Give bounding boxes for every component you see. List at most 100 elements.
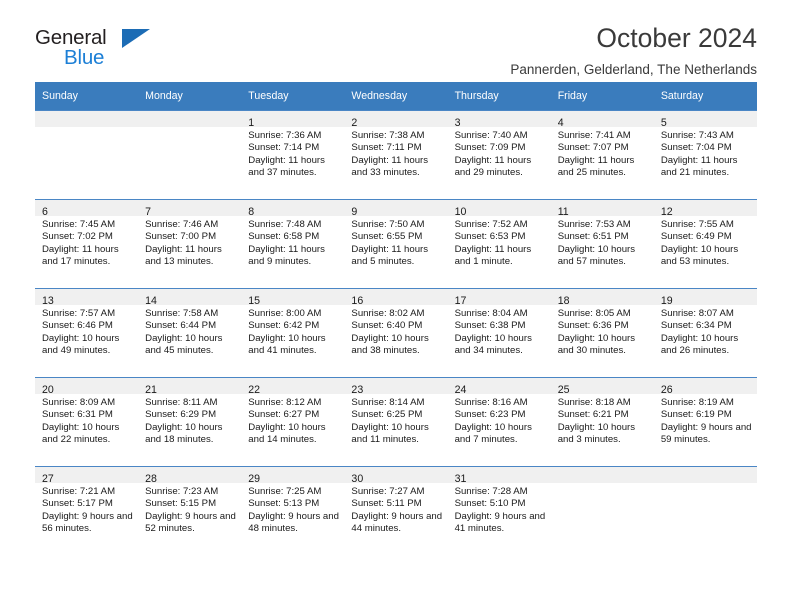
calendar-day-cell[interactable]: 27 Sunrise: 7:21 AM Sunset: 5:17 PM Dayligh… [35, 466, 139, 555]
day-details: Sunrise: 7:46 AM Sunset: 7:00 PM Daylight:… [138, 216, 241, 269]
day-number: 13 [42, 295, 54, 307]
sunrise-text: Sunrise: 7:40 AM [454, 130, 528, 141]
sunrise-text: Sunrise: 7:23 AM [145, 486, 219, 497]
calendar-day-cell[interactable]: 20 Sunrise: 8:09 AM Sunset: 6:31 PM Dayligh… [35, 377, 139, 467]
day-number: 2 [351, 117, 358, 129]
day-cell-inner [138, 111, 242, 199]
day-number-bar: 9 [344, 200, 448, 218]
sunrise-text: Sunrise: 8:14 AM [351, 397, 425, 408]
day-details: Sunrise: 7:36 AM Sunset: 7:14 PM Daylight:… [241, 127, 344, 180]
calendar-day-cell[interactable]: 17 Sunrise: 8:04 AM Sunset: 6:38 PM Dayligh… [447, 288, 551, 378]
day-number: 28 [145, 473, 157, 485]
sunrise-text: Sunrise: 8:07 AM [660, 308, 734, 319]
daylight-text: Daylight: 10 hours and 53 minutes. [660, 243, 739, 268]
calendar-day-cell[interactable]: 9 Sunrise: 7:50 AM Sunset: 6:55 PM Daylight… [344, 199, 448, 289]
daylight-text: Daylight: 10 hours and 26 minutes. [660, 332, 739, 357]
calendar-day-cell[interactable]: 16 Sunrise: 8:02 AM Sunset: 6:40 PM Dayligh… [344, 288, 448, 378]
day-number-bar: 21 [138, 378, 242, 396]
sunset-text: Sunset: 6:44 PM [145, 320, 217, 332]
sunrise-text: Sunrise: 7:52 AM [454, 219, 528, 230]
daylight-text: Daylight: 11 hours and 17 minutes. [42, 243, 119, 268]
sunset-text: Sunset: 6:19 PM [660, 409, 732, 421]
daylight-text: Daylight: 11 hours and 25 minutes. [557, 154, 635, 179]
calendar-day-cell[interactable]: 7 Sunrise: 7:46 AM Sunset: 7:00 PM Daylight… [138, 199, 242, 289]
daylight-text: Daylight: 10 hours and 11 minutes. [351, 421, 429, 446]
day-number: 8 [248, 206, 255, 218]
day-cell-inner: 27 Sunrise: 7:21 AM Sunset: 5:17 PM Dayligh… [35, 467, 139, 555]
daylight-text: Daylight: 10 hours and 14 minutes. [248, 421, 326, 446]
calendar-day-cell[interactable]: 3 Sunrise: 7:40 AM Sunset: 7:09 PM Daylight… [447, 110, 551, 200]
calendar-day-cell[interactable]: 8 Sunrise: 7:48 AM Sunset: 6:58 PM Daylight… [241, 199, 345, 289]
day-cell-inner: 23 Sunrise: 8:14 AM Sunset: 6:25 PM Dayligh… [344, 378, 448, 466]
sunset-text: Sunset: 6:31 PM [42, 409, 113, 421]
day-cell-inner: 4 Sunrise: 7:41 AM Sunset: 7:07 PM Daylight… [550, 111, 654, 199]
calendar-day-cell[interactable]: 6 Sunrise: 7:45 AM Sunset: 7:02 PM Daylight… [35, 199, 139, 289]
weekday-header-sunday: Sunday [35, 82, 139, 111]
day-number-bar [35, 111, 139, 127]
calendar-day-cell[interactable] [138, 110, 242, 200]
sunrise-text: Sunrise: 7:55 AM [660, 219, 734, 230]
day-cell-inner [653, 467, 757, 555]
calendar-day-cell[interactable]: 30 Sunrise: 7:27 AM Sunset: 5:11 PM Dayligh… [344, 466, 448, 555]
calendar-day-cell[interactable]: 2 Sunrise: 7:38 AM Sunset: 7:11 PM Daylight… [344, 110, 448, 200]
calendar-day-cell[interactable]: 28 Sunrise: 7:23 AM Sunset: 5:15 PM Dayligh… [138, 466, 242, 555]
day-cell-inner: 9 Sunrise: 7:50 AM Sunset: 6:55 PM Daylight… [344, 200, 448, 288]
day-cell-inner: 1 Sunrise: 7:36 AM Sunset: 7:14 PM Daylight… [241, 111, 345, 199]
calendar-day-cell[interactable]: 22 Sunrise: 8:12 AM Sunset: 6:27 PM Dayligh… [241, 377, 345, 467]
sunrise-text: Sunrise: 8:18 AM [557, 397, 631, 408]
calendar-day-cell[interactable]: 1 Sunrise: 7:36 AM Sunset: 7:14 PM Daylight… [241, 110, 345, 200]
calendar-day-cell[interactable]: 10 Sunrise: 7:52 AM Sunset: 6:53 PM Dayligh… [447, 199, 551, 289]
calendar-day-cell[interactable]: 18 Sunrise: 8:05 AM Sunset: 6:36 PM Dayligh… [550, 288, 654, 378]
page-subtitle: Pannerden, Gelderland, The Netherlands [510, 61, 757, 77]
calendar-day-cell[interactable] [35, 110, 139, 200]
calendar-body: 1 Sunrise: 7:36 AM Sunset: 7:14 PM Daylight… [35, 110, 757, 555]
calendar-day-cell[interactable]: 12 Sunrise: 7:55 AM Sunset: 6:49 PM Dayligh… [653, 199, 757, 289]
day-details: Sunrise: 7:27 AM Sunset: 5:11 PM Daylight:… [344, 483, 447, 536]
day-cell-inner: 19 Sunrise: 8:07 AM Sunset: 6:34 PM Dayligh… [653, 289, 757, 377]
calendar-day-cell[interactable]: 4 Sunrise: 7:41 AM Sunset: 7:07 PM Daylight… [550, 110, 654, 200]
calendar-day-cell[interactable]: 23 Sunrise: 8:14 AM Sunset: 6:25 PM Dayligh… [344, 377, 448, 467]
calendar-week-row: 6 Sunrise: 7:45 AM Sunset: 7:02 PM Daylight… [35, 199, 757, 289]
calendar-day-cell[interactable]: 24 Sunrise: 8:16 AM Sunset: 6:23 PM Dayligh… [447, 377, 551, 467]
day-number-bar: 25 [550, 378, 654, 396]
calendar-day-cell[interactable]: 13 Sunrise: 7:57 AM Sunset: 6:46 PM Dayligh… [35, 288, 139, 378]
day-number: 15 [248, 295, 261, 307]
sunrise-text: Sunrise: 7:57 AM [42, 308, 116, 319]
daylight-text: Daylight: 11 hours and 9 minutes. [248, 243, 325, 268]
calendar-day-cell[interactable]: 19 Sunrise: 8:07 AM Sunset: 6:34 PM Dayligh… [653, 288, 757, 378]
calendar-day-cell[interactable]: 21 Sunrise: 8:11 AM Sunset: 6:29 PM Dayligh… [138, 377, 242, 467]
calendar-page: General Blue October 2024 Pannerden, Gel… [0, 0, 792, 612]
day-number-bar: 10 [447, 200, 551, 218]
day-number: 26 [660, 384, 673, 396]
sunset-text: Sunset: 5:13 PM [248, 498, 320, 510]
day-details: Sunrise: 7:58 AM Sunset: 6:44 PM Daylight:… [138, 305, 241, 358]
day-details: Sunrise: 7:23 AM Sunset: 5:15 PM Daylight:… [138, 483, 241, 536]
calendar-day-cell[interactable]: 14 Sunrise: 7:58 AM Sunset: 6:44 PM Dayligh… [138, 288, 242, 378]
calendar-day-cell[interactable] [550, 466, 654, 555]
day-number-bar: 27 [35, 467, 139, 485]
sunrise-text: Sunrise: 7:46 AM [145, 219, 219, 230]
calendar-day-cell[interactable]: 15 Sunrise: 8:00 AM Sunset: 6:42 PM Dayligh… [241, 288, 345, 378]
day-number-bar: 19 [653, 289, 757, 307]
day-details: Sunrise: 8:02 AM Sunset: 6:40 PM Daylight:… [344, 305, 447, 358]
day-number-bar: 5 [653, 111, 757, 129]
general-blue-logo[interactable]: General Blue [35, 24, 155, 72]
calendar-day-cell[interactable]: 5 Sunrise: 7:43 AM Sunset: 7:04 PM Daylight… [653, 110, 757, 200]
daylight-text: Daylight: 9 hours and 56 minutes. [42, 510, 133, 535]
sunrise-text: Sunrise: 7:21 AM [42, 486, 116, 497]
day-details: Sunrise: 8:00 AM Sunset: 6:42 PM Daylight:… [241, 305, 344, 358]
daylight-text: Daylight: 11 hours and 5 minutes. [351, 243, 429, 268]
calendar-day-cell[interactable]: 31 Sunrise: 7:28 AM Sunset: 5:10 PM Dayligh… [447, 466, 551, 555]
calendar-day-cell[interactable]: 26 Sunrise: 8:19 AM Sunset: 6:19 PM Dayligh… [653, 377, 757, 467]
daylight-text: Daylight: 10 hours and 57 minutes. [557, 243, 636, 268]
logo-text-blue: Blue [64, 46, 105, 69]
day-cell-inner: 26 Sunrise: 8:19 AM Sunset: 6:19 PM Dayligh… [653, 378, 757, 466]
sunset-text: Sunset: 7:14 PM [248, 142, 320, 154]
calendar-day-cell[interactable]: 29 Sunrise: 7:25 AM Sunset: 5:13 PM Dayligh… [241, 466, 345, 555]
calendar-header-row: Sunday Monday Tuesday Wednesday Thursday… [35, 82, 757, 111]
calendar-day-cell[interactable]: 25 Sunrise: 8:18 AM Sunset: 6:21 PM Dayligh… [550, 377, 654, 467]
calendar-day-cell[interactable]: 11 Sunrise: 7:53 AM Sunset: 6:51 PM Dayligh… [550, 199, 654, 289]
calendar-day-cell[interactable] [653, 466, 757, 555]
day-cell-inner: 21 Sunrise: 8:11 AM Sunset: 6:29 PM Dayligh… [138, 378, 242, 466]
title-block: October 2024 Pannerden, Gelderland, The … [155, 24, 757, 77]
